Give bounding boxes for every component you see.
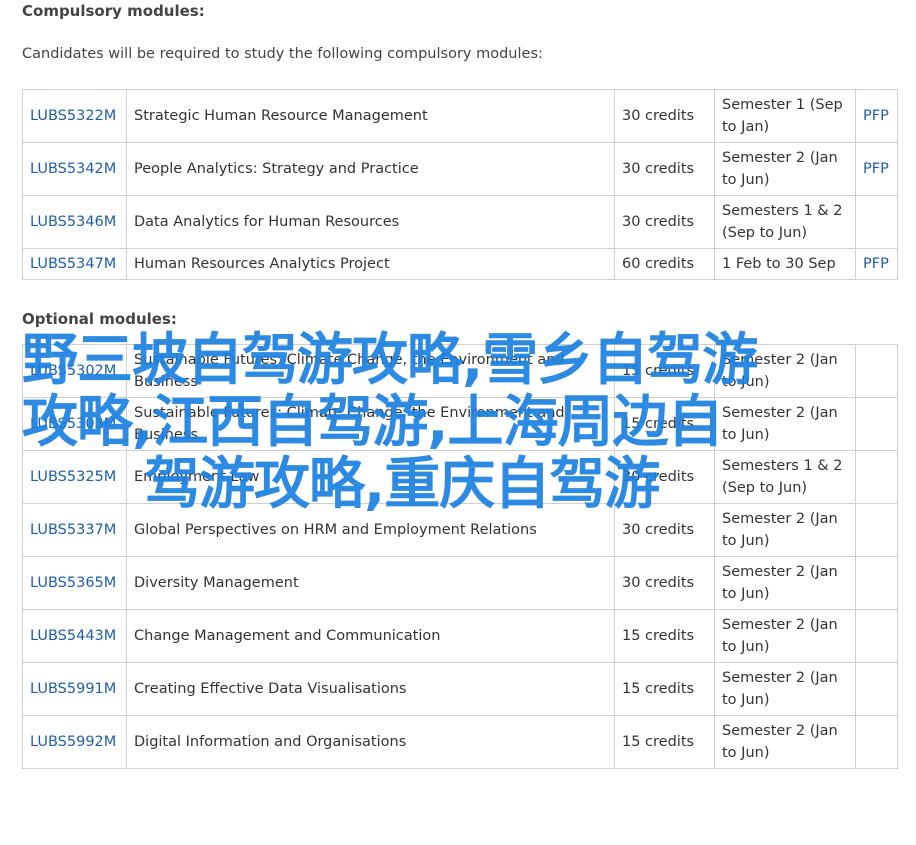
module-code-cell: LUBS5443M <box>22 609 127 663</box>
table-row: LUBS5991M Creating Effective Data Visual… <box>22 662 898 716</box>
pfp-cell <box>855 662 898 716</box>
optional-modules-heading: Optional modules: <box>22 310 177 328</box>
module-semester: Semester 2 (Jan to Jun) <box>714 503 856 557</box>
module-title: Digital Information and Organisations <box>126 715 615 769</box>
table-row: LUBS5322M Strategic Human Resource Manag… <box>22 89 898 143</box>
table-row: LUBS5347M Human Resources Analytics Proj… <box>22 248 898 280</box>
pfp-cell <box>855 344 898 398</box>
table-row: LUBS5346M Data Analytics for Human Resou… <box>22 195 898 249</box>
module-title: Global Perspectives on HRM and Employmen… <box>126 503 615 557</box>
table-row: LUBS5302M Sustainable Futures: Climate C… <box>22 344 898 398</box>
module-code-cell: LUBS5322M <box>22 89 127 143</box>
module-code-cell: LUBS5302M <box>22 344 127 398</box>
module-title: Strategic Human Resource Management <box>126 89 615 143</box>
optional-modules-table: LUBS5302M Sustainable Futures: Climate C… <box>22 344 898 769</box>
module-semester: Semesters 1 & 2 (Sep to Jun) <box>714 195 856 249</box>
compulsory-modules-table: LUBS5322M Strategic Human Resource Manag… <box>22 89 898 280</box>
module-code-cell: LUBS5992M <box>22 715 127 769</box>
pfp-link[interactable]: PFP <box>863 161 889 177</box>
module-credits: 30 credits <box>614 503 715 557</box>
module-code-cell: LUBS5346M <box>22 195 127 249</box>
module-semester: Semester 2 (Jan to Jun) <box>714 715 856 769</box>
module-credits: 15 credits <box>614 662 715 716</box>
module-code-link[interactable]: LUBS5302M <box>30 363 116 379</box>
pfp-cell: PFP <box>855 248 898 280</box>
module-semester: Semester 2 (Jan to Jun) <box>714 556 856 610</box>
module-code-cell: LUBS5303M <box>22 397 127 451</box>
module-credits: 15 credits <box>614 344 715 398</box>
pfp-cell <box>855 397 898 451</box>
pfp-link[interactable]: PFP <box>863 256 889 272</box>
module-semester: Semesters 1 & 2 (Sep to Jun) <box>714 450 856 504</box>
module-code-cell: LUBS5991M <box>22 662 127 716</box>
compulsory-modules-heading: Compulsory modules: <box>22 2 205 20</box>
module-title: Creating Effective Data Visualisations <box>126 662 615 716</box>
table-row: LUBS5365M Diversity Management 30 credit… <box>22 556 898 610</box>
module-code-link[interactable]: LUBS5992M <box>30 734 116 750</box>
module-code-cell: LUBS5365M <box>22 556 127 610</box>
compulsory-modules-intro: Candidates will be required to study the… <box>22 46 543 62</box>
module-title: Sustainable Futures: Climate Change, the… <box>126 344 615 398</box>
module-code-link[interactable]: LUBS5347M <box>30 256 116 272</box>
module-code-link[interactable]: LUBS5991M <box>30 681 116 697</box>
module-semester: Semester 2 (Jan to Jun) <box>714 142 856 196</box>
module-code-link[interactable]: LUBS5303M <box>30 416 116 432</box>
module-code-cell: LUBS5347M <box>22 248 127 280</box>
table-row: LUBS5337M Global Perspectives on HRM and… <box>22 503 898 557</box>
module-credits: 30 credits <box>614 195 715 249</box>
module-code-link[interactable]: LUBS5342M <box>30 161 116 177</box>
pfp-cell <box>855 556 898 610</box>
table-row: LUBS5443M Change Management and Communic… <box>22 609 898 663</box>
module-code-link[interactable]: LUBS5325M <box>30 469 116 485</box>
pfp-cell <box>855 609 898 663</box>
module-credits: 30 credits <box>614 556 715 610</box>
pfp-cell <box>855 715 898 769</box>
module-semester: Semester 2 (Jan to Jun) <box>714 344 856 398</box>
module-semester: Semester 2 (Jan to Jun) <box>714 397 856 451</box>
module-code-cell: LUBS5337M <box>22 503 127 557</box>
pfp-cell <box>855 195 898 249</box>
module-semester: Semester 1 (Sep to Jan) <box>714 89 856 143</box>
pfp-cell: PFP <box>855 142 898 196</box>
module-credits: 30 credits <box>614 89 715 143</box>
pfp-cell <box>855 450 898 504</box>
module-credits: 30 credits <box>614 450 715 504</box>
module-code-cell: LUBS5342M <box>22 142 127 196</box>
module-code-link[interactable]: LUBS5365M <box>30 575 116 591</box>
module-code-link[interactable]: LUBS5346M <box>30 214 116 230</box>
module-credits: 15 credits <box>614 397 715 451</box>
module-code-cell: LUBS5325M <box>22 450 127 504</box>
pfp-cell <box>855 503 898 557</box>
pfp-cell: PFP <box>855 89 898 143</box>
module-credits: 60 credits <box>614 248 715 280</box>
module-title: Sustainable Futures: Climate Change, the… <box>126 397 615 451</box>
table-row: LUBS5303M Sustainable Futures: Climate C… <box>22 397 898 451</box>
module-credits: 15 credits <box>614 715 715 769</box>
module-title: Human Resources Analytics Project <box>126 248 615 280</box>
pfp-link[interactable]: PFP <box>863 108 889 124</box>
module-credits: 15 credits <box>614 609 715 663</box>
module-title: Diversity Management <box>126 556 615 610</box>
module-semester: Semester 2 (Jan to Jun) <box>714 609 856 663</box>
module-title: People Analytics: Strategy and Practice <box>126 142 615 196</box>
module-title: Employment Law <box>126 450 615 504</box>
module-code-link[interactable]: LUBS5337M <box>30 522 116 538</box>
module-semester: 1 Feb to 30 Sep <box>714 248 856 280</box>
module-code-link[interactable]: LUBS5322M <box>30 108 116 124</box>
table-row: LUBS5325M Employment Law 30 credits Seme… <box>22 450 898 504</box>
module-title: Change Management and Communication <box>126 609 615 663</box>
module-semester: Semester 2 (Jan to Jun) <box>714 662 856 716</box>
module-credits: 30 credits <box>614 142 715 196</box>
module-title: Data Analytics for Human Resources <box>126 195 615 249</box>
table-row: LUBS5342M People Analytics: Strategy and… <box>22 142 898 196</box>
table-row: LUBS5992M Digital Information and Organi… <box>22 715 898 769</box>
module-code-link[interactable]: LUBS5443M <box>30 628 116 644</box>
